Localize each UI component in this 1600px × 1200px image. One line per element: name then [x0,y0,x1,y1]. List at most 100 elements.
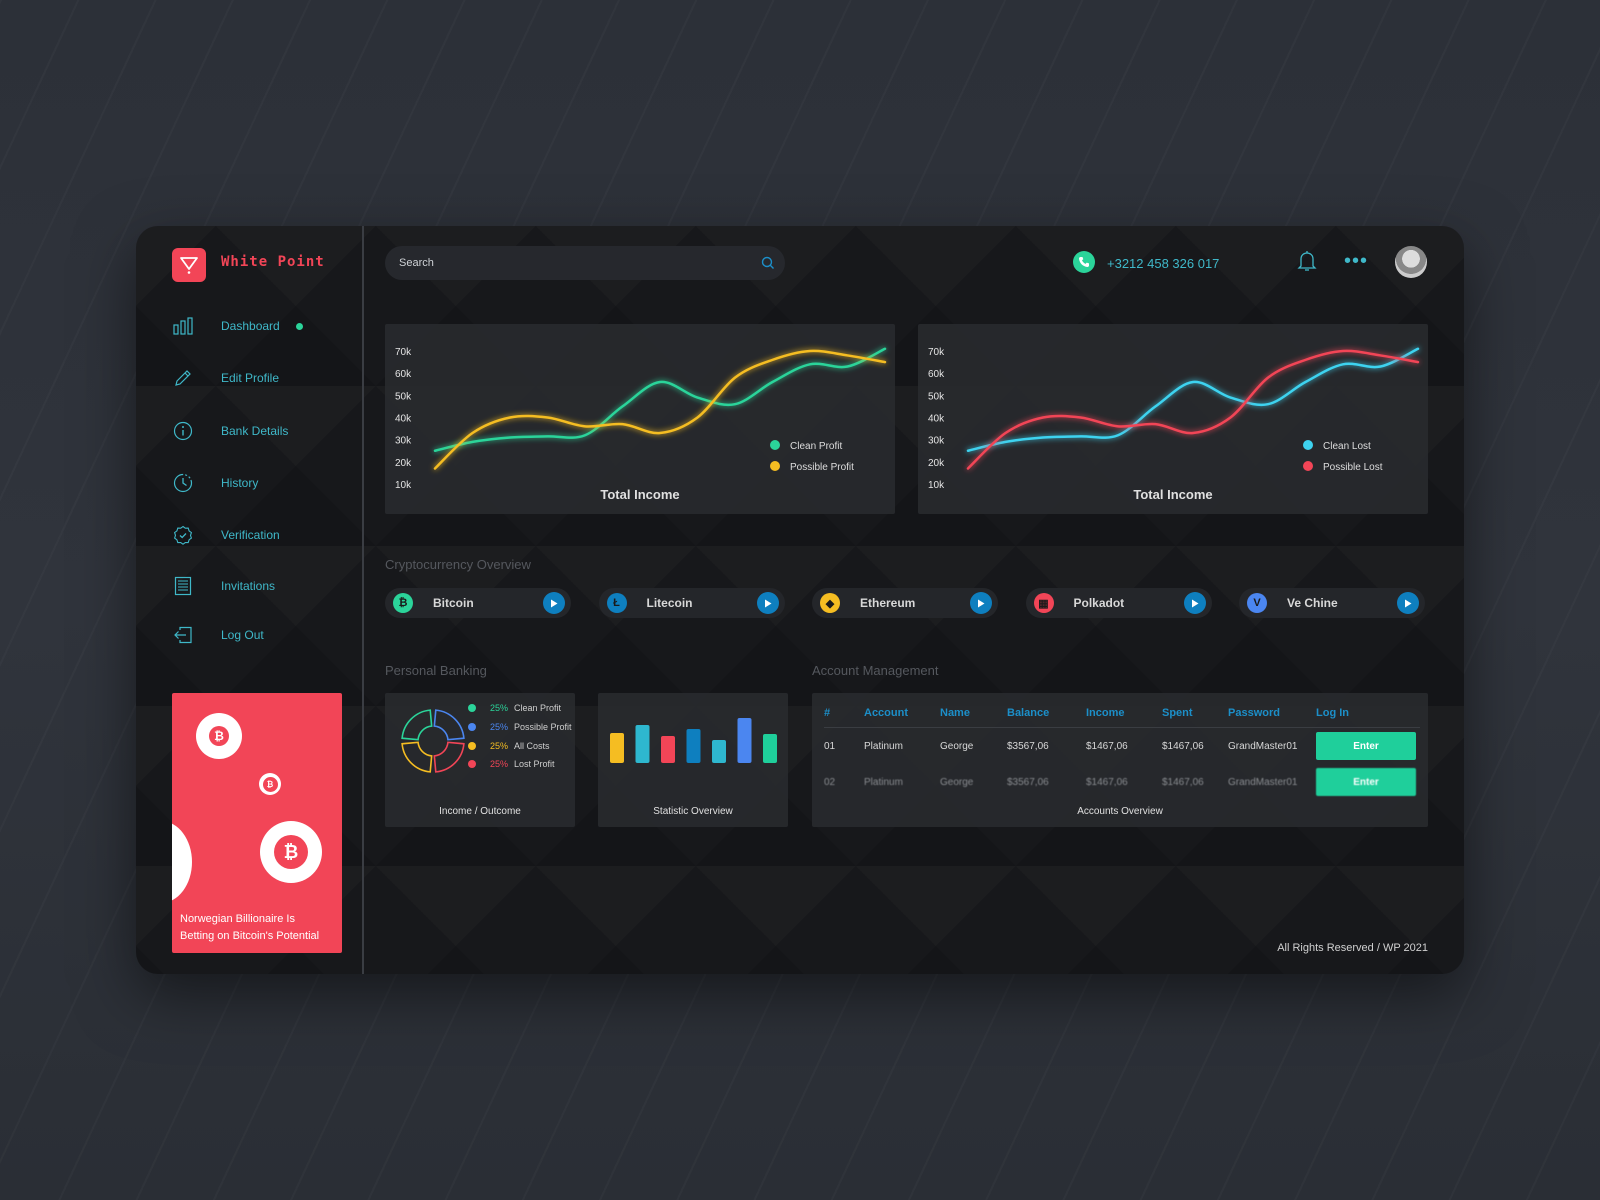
info-icon [172,420,194,442]
promo-card[interactable]: ₿ ₿ ₿ Norwegian Billionaire Is Betting o… [172,693,342,953]
y-tick-label: 10k [928,480,945,491]
cell-password: GrandMaster01 [1228,776,1298,788]
donut-slice-all-costs [401,741,433,773]
legend-dot [468,742,476,750]
crypto-item-litecoin[interactable]: Ł Litecoin [598,588,785,618]
pie-caption: Income / Outcome [439,806,521,817]
bar-2 [635,725,650,763]
footer-copyright: All Rights Reserved / WP 2021 [1277,942,1428,954]
sidebar-item-log-out[interactable]: Log Out [172,623,342,647]
legend-label: Possible Profit [790,462,854,473]
cell-spent: $1467,06 [1162,776,1204,788]
legend-pct: 25% [490,703,509,713]
search-bar [385,246,785,280]
sidebar-item-dashboard[interactable]: Dashboard [172,314,342,338]
crypto-item-ethereum[interactable]: ◆ Ethereum [812,588,998,618]
line-chart-profit: 10k 20k 30k 40k 50k 60k 70k Clean Profit Possibl… [395,347,887,502]
crypto-item-ve-chine[interactable]: V Ve Chine [1239,588,1425,618]
bell-icon[interactable] [1297,250,1317,277]
play-icon[interactable] [1397,592,1419,614]
legend-pct: 25% [490,759,509,769]
income-outcome-card: 25% Clean Profit 25% Possible Profit 25% Al… [385,693,575,827]
play-icon[interactable] [543,592,565,614]
dashboard-window: White Point Dashboard Edit Profile Bank … [136,226,1464,974]
cell-account: Platinum [864,740,903,752]
avatar[interactable] [1395,246,1427,278]
enter-button[interactable]: Enter [1316,732,1416,760]
y-tick-label: 20k [928,458,945,469]
series-line-clean-lost [966,347,1420,452]
legend-dot [770,461,780,471]
bitcoin-coin-icon: ₿ [260,821,322,883]
bar-1 [610,733,624,763]
legend-label: Clean Profit [514,703,562,713]
play-icon[interactable] [970,592,992,614]
logo[interactable] [172,248,206,282]
y-tick-label: 60k [395,369,412,380]
enter-button[interactable]: Enter [1316,768,1416,796]
donut-slice-lost-profit [433,741,465,773]
table-row: 02 Platinum George $3567,06 $1467,06 $14… [824,764,1420,800]
col-income: Income [1086,699,1162,728]
y-tick-label: 50k [928,391,945,402]
sidebar-item-bank-details[interactable]: Bank Details [172,419,342,443]
coin-partial-icon [172,821,192,903]
total-income-chart-profit: 10k 20k 30k 40k 50k 60k 70k Clean Profit Possibl… [385,324,895,514]
bitcoin-coin-icon: ₿ [259,773,281,795]
more-options-icon[interactable]: ••• [1344,251,1368,271]
active-indicator [296,322,303,330]
y-tick-label: 40k [928,414,945,425]
cell-num: 01 [824,740,836,752]
cell-name: George [940,776,974,788]
crypto-item-polkadot[interactable]: ▦ Polkadot [1025,588,1212,618]
crypto-item-bitcoin[interactable]: ₿ Bitcoin [385,588,571,618]
search-input[interactable] [397,256,751,270]
bar-chart [610,718,777,763]
sidebar-item-verification[interactable]: Verification [172,523,342,547]
sidebar-item-edit-profile[interactable]: Edit Profile [172,366,342,390]
sidebar-item-label: History [221,476,259,490]
legend-dot [468,704,476,712]
bar-chart-icon [172,315,194,337]
pencil-icon [172,367,194,389]
cell-login: Enter [1316,764,1420,800]
cell-income: $1467,06 [1086,776,1128,788]
y-tick-label: 30k [395,436,412,447]
bar-3 [661,736,675,763]
bar-7 [763,734,777,763]
sidebar-item-invitations[interactable]: Invitations [172,574,342,598]
search-icon[interactable] [761,256,775,270]
legend-dot [1303,461,1313,471]
crypto-name: Bitcoin [433,596,474,610]
logout-icon [172,624,194,646]
y-tick-label: 40k [395,414,412,425]
play-icon[interactable] [756,592,779,614]
sidebar-item-history[interactable]: History [172,471,342,495]
y-tick-label: 10k [395,480,412,491]
legend-clean-profit: 25% Clean Profit [468,703,561,713]
promo-line-1: Norwegian Billionaire Is [180,913,295,925]
y-tick-label: 70k [928,347,945,358]
legend-all-costs: 25% All Costs [468,741,550,751]
y-tick-label: 70k [395,347,412,358]
phone-icon[interactable] [1073,251,1095,273]
bar-4 [686,729,701,763]
cell-password: GrandMaster01 [1228,740,1298,752]
bitcoin-icon: ₿ [393,593,413,613]
y-tick-label: 50k [395,391,412,402]
brand-name: White Point [221,254,325,270]
cell-num: 02 [824,776,836,788]
sidebar-item-label: Verification [221,528,280,542]
cell-balance: $3567,06 [1007,740,1049,752]
banking-section-title: Personal Banking [385,663,487,678]
col-login: Log In [1316,699,1420,728]
col-balance: Balance [1007,699,1086,728]
bar-6 [737,718,752,763]
line-chart-lost: 10k 20k 30k 40k 50k 60k 70k Clean Lost Possible … [928,347,1420,502]
legend-lost-profit: 25% Lost Profit [468,759,555,769]
y-tick-label: 60k [928,369,945,380]
cell-account: Platinum [864,776,903,788]
sidebar: White Point Dashboard Edit Profile Bank … [136,226,364,974]
legend-dot [468,760,476,768]
play-icon[interactable] [1183,592,1206,614]
